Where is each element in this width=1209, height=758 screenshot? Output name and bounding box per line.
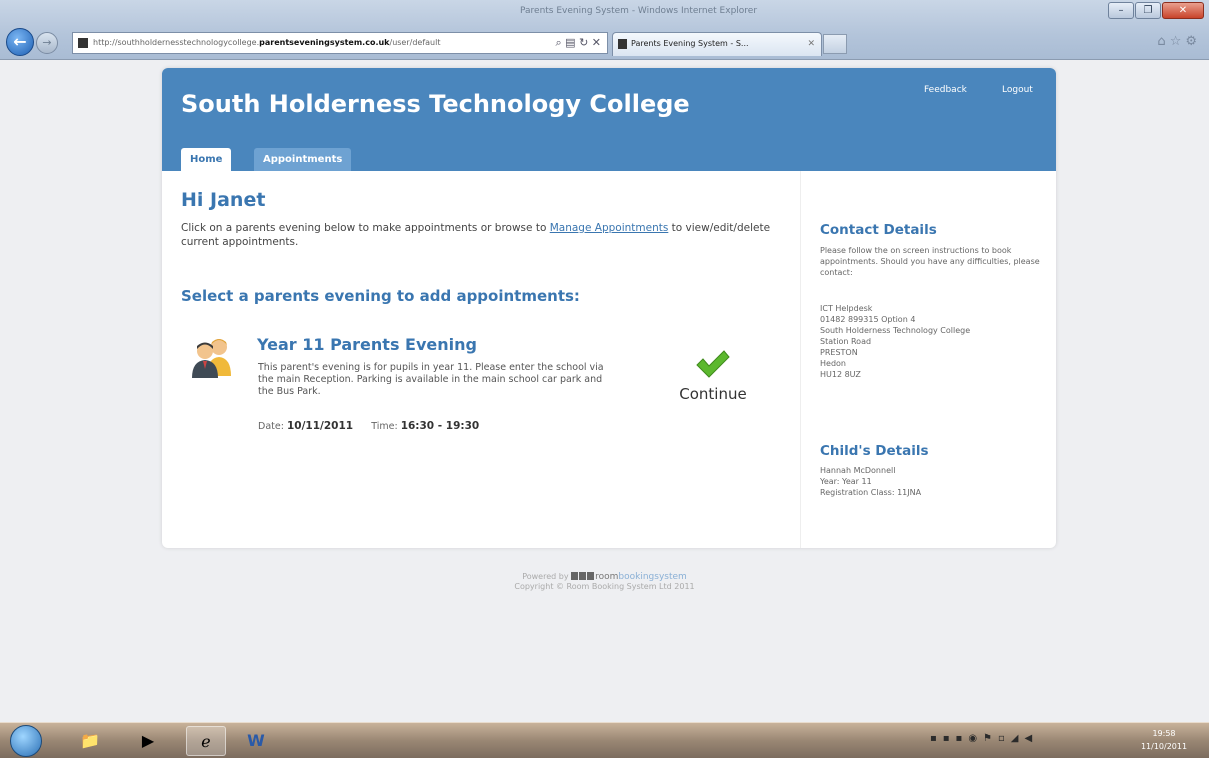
sidebar: Contact Details Please follow the on scr… — [800, 171, 1056, 548]
contact-line: PRESTON — [820, 348, 858, 357]
forward-arrow-icon: → — [42, 36, 52, 49]
event-meta: Date: 10/11/2011 Time: 16:30 - 19:30 — [258, 420, 479, 432]
clock[interactable]: 19:58 11/10/2011 — [1124, 727, 1204, 753]
contact-line: South Holderness Technology College — [820, 326, 971, 335]
page-footer: Powered by roombookingsystem Copyright ©… — [0, 572, 1209, 591]
stop-icon[interactable]: ✕ — [592, 36, 601, 49]
system-tray[interactable]: ▪▪▪◉⚑▫◢◀ — [930, 733, 1038, 744]
logout-link[interactable]: Logout — [1002, 85, 1033, 95]
tab-close-icon[interactable]: ✕ — [807, 33, 815, 55]
address-tools[interactable]: ⌕ ▤ ↻ ✕ — [555, 33, 601, 53]
contact-intro: Please follow the on screen instructions… — [820, 246, 1040, 277]
page-viewport: South Holderness Technology College Feed… — [0, 60, 1209, 722]
start-button[interactable] — [10, 725, 42, 757]
back-button[interactable]: ← — [6, 28, 34, 56]
child-line: Hannah McDonnell — [820, 466, 896, 475]
browser-toolbar: ⌂☆⚙ — [1157, 34, 1201, 49]
browser-chrome: Parents Evening System - Windows Interne… — [0, 0, 1209, 60]
greeting: Hi Janet — [181, 189, 266, 211]
url-prefix: http://southholdernesstechnologycollege. — [93, 38, 260, 47]
window-title: Parents Evening System - Windows Interne… — [520, 6, 758, 16]
site-header: South Holderness Technology College Feed… — [162, 68, 1056, 171]
forward-button[interactable]: → — [36, 32, 58, 54]
contact-line: Hedon — [820, 359, 846, 368]
checkmark-icon — [696, 350, 730, 378]
childs-details-heading: Child's Details — [820, 443, 929, 459]
url-suffix: /user/default — [389, 38, 441, 47]
event-title[interactable]: Year 11 Parents Evening — [257, 335, 477, 354]
child-line: Registration Class: 11JNA — [820, 488, 922, 497]
copyright-text: Copyright © Room Booking System Ltd 2011 — [514, 582, 695, 591]
maximize-button[interactable]: ❐ — [1135, 2, 1161, 19]
continue-label: Continue — [679, 385, 747, 403]
select-evening-heading: Select a parents evening to add appointm… — [181, 287, 580, 305]
date-value: 10/11/2011 — [286, 420, 354, 432]
media-player-icon[interactable]: ▶ — [128, 726, 168, 756]
clock-time: 19:58 — [1152, 729, 1176, 738]
room-booking-system-logo[interactable]: roombookingsystem — [571, 572, 687, 582]
parents-evening-item: Year 11 Parents Evening This parent's ev… — [181, 331, 781, 451]
gear-icon[interactable]: ⚙ — [1185, 34, 1201, 49]
site-title: South Holderness Technology College — [181, 90, 690, 118]
time-label: Time: — [371, 421, 398, 432]
explorer-icon[interactable]: 📁 — [70, 726, 110, 756]
close-window-button[interactable]: ✕ — [1162, 2, 1204, 19]
parents-people-icon — [192, 339, 231, 378]
tab-favicon-icon — [618, 39, 627, 49]
clock-date: 11/10/2011 — [1140, 742, 1188, 751]
page-favicon-icon — [78, 38, 88, 48]
intro-text: Click on a parents evening below to make… — [181, 221, 793, 249]
child-details: Hannah McDonnell Year: Year 11 Registrat… — [820, 465, 1046, 498]
date-label: Date: — [258, 421, 284, 432]
new-tab-button[interactable] — [823, 34, 847, 54]
word-icon[interactable]: W — [236, 726, 276, 756]
tab-home[interactable]: Home — [181, 148, 232, 171]
contact-line: HU12 8UZ — [820, 370, 861, 379]
content-card: South Holderness Technology College Feed… — [162, 68, 1056, 548]
powered-by-text: Powered by — [522, 572, 569, 581]
address-bar[interactable]: http://southholdernesstechnologycollege.… — [72, 32, 608, 54]
continue-button[interactable]: Continue — [668, 349, 758, 419]
tab-appointments[interactable]: Appointments — [254, 148, 352, 171]
taskbar: 📁 ▶ ℯ W ▪▪▪◉⚑▫◢◀ 19:58 11/10/2011 — [0, 722, 1209, 758]
manage-appointments-link[interactable]: Manage Appointments — [550, 222, 669, 234]
url-domain: parentseveningsystem.co.uk — [259, 38, 390, 47]
child-line: Year: Year 11 — [820, 477, 872, 486]
event-description: This parent's evening is for pupils in y… — [258, 362, 604, 397]
tab-title: Parents Evening System - S... — [631, 39, 749, 48]
refresh-icon[interactable]: ↻ — [579, 36, 588, 49]
internet-explorer-icon[interactable]: ℯ — [186, 726, 226, 756]
home-icon[interactable]: ⌂ — [1157, 34, 1169, 49]
browser-tab[interactable]: Parents Evening System - S... ✕ — [612, 32, 822, 56]
compat-view-icon[interactable]: ▤ — [565, 36, 575, 49]
search-icon[interactable]: ⌕ — [555, 36, 561, 49]
intro-before: Click on a parents evening below to make… — [181, 222, 550, 234]
contact-line: Station Road — [820, 337, 872, 346]
feedback-link[interactable]: Feedback — [924, 85, 967, 95]
favorites-star-icon[interactable]: ☆ — [1170, 34, 1186, 49]
contact-line: ICT Helpdesk — [820, 304, 873, 313]
back-arrow-icon: ← — [13, 32, 27, 51]
contact-line: 01482 899315 Option 4 — [820, 315, 916, 324]
minimize-button[interactable]: – — [1108, 2, 1134, 19]
time-value: 16:30 - 19:30 — [400, 420, 480, 432]
contact-address: ICT Helpdesk 01482 899315 Option 4 South… — [820, 303, 1046, 380]
contact-details-heading: Contact Details — [820, 222, 937, 238]
